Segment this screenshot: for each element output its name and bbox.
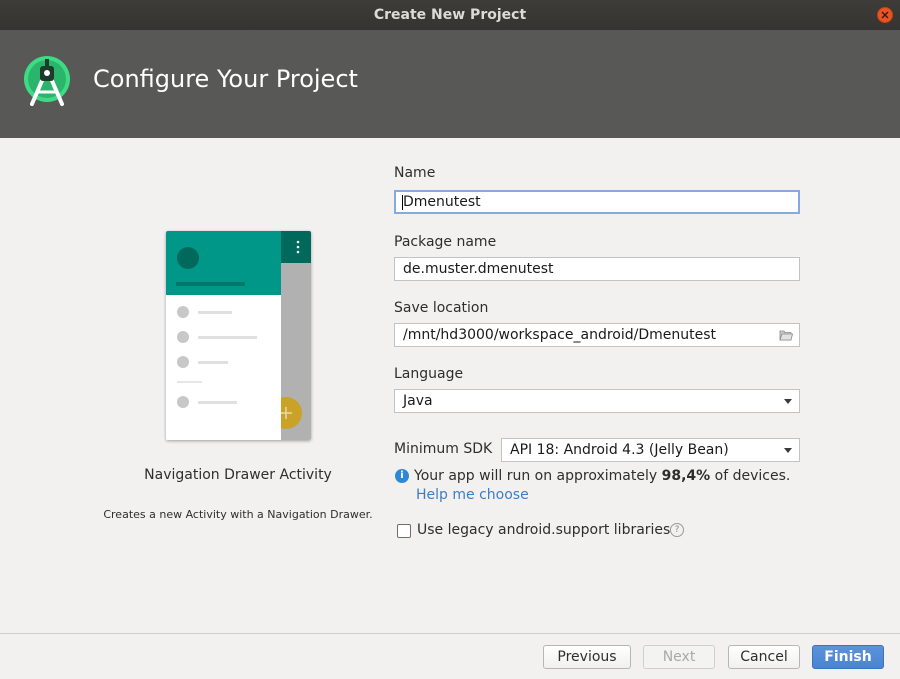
finish-button[interactable]: Finish bbox=[812, 645, 884, 669]
info-icon: i bbox=[395, 469, 409, 483]
cancel-button[interactable]: Cancel bbox=[728, 645, 800, 669]
save-location-field[interactable]: /mnt/hd3000/workspace_android/Dmenutest bbox=[394, 323, 800, 347]
device-coverage-text: Your app will run on approximately 98,4%… bbox=[414, 468, 790, 484]
package-name-field[interactable]: de.muster.dmenutest bbox=[394, 257, 800, 281]
title-bar: Create New Project bbox=[0, 0, 900, 30]
previous-button[interactable]: Previous bbox=[543, 645, 631, 669]
close-icon[interactable] bbox=[877, 7, 893, 23]
legacy-libraries-label[interactable]: Use legacy android.support libraries bbox=[417, 522, 670, 538]
header: Configure Your Project bbox=[0, 30, 900, 138]
language-dropdown[interactable]: Java bbox=[394, 389, 800, 413]
chevron-down-icon bbox=[784, 399, 792, 404]
language-label: Language bbox=[394, 366, 464, 382]
save-location-value: /mnt/hd3000/workspace_android/Dmenutest bbox=[403, 327, 716, 343]
question-icon[interactable]: ? bbox=[670, 523, 684, 537]
minimum-sdk-value: API 18: Android 4.3 (Jelly Bean) bbox=[510, 442, 729, 458]
android-studio-logo bbox=[22, 54, 72, 108]
save-location-label: Save location bbox=[394, 300, 489, 316]
chevron-down-icon bbox=[784, 448, 792, 453]
coverage-prefix: Your app will run on approximately bbox=[414, 468, 658, 484]
activity-description: Creates a new Activity with a Navigation… bbox=[103, 508, 373, 521]
footer-divider bbox=[0, 633, 900, 634]
page-title: Configure Your Project bbox=[93, 65, 358, 93]
activity-preview-image bbox=[166, 231, 311, 440]
coverage-percent: 98,4% bbox=[661, 468, 711, 484]
legacy-libraries-checkbox[interactable] bbox=[397, 524, 411, 538]
name-value: Dmenutest bbox=[403, 194, 481, 210]
package-name-value: de.muster.dmenutest bbox=[403, 261, 554, 277]
window-title: Create New Project bbox=[373, 7, 527, 23]
language-value: Java bbox=[403, 393, 433, 409]
package-name-label: Package name bbox=[394, 234, 497, 250]
folder-icon[interactable] bbox=[779, 329, 794, 345]
help-me-choose-link[interactable]: Help me choose bbox=[416, 487, 529, 503]
minimum-sdk-label: Minimum SDK bbox=[394, 441, 493, 457]
next-button[interactable]: Next bbox=[643, 645, 715, 669]
minimum-sdk-dropdown[interactable]: API 18: Android 4.3 (Jelly Bean) bbox=[501, 438, 800, 462]
name-field[interactable]: Dmenutest bbox=[394, 190, 800, 214]
activity-name: Navigation Drawer Activity bbox=[144, 467, 332, 483]
name-label: Name bbox=[394, 165, 436, 181]
coverage-suffix: of devices. bbox=[714, 468, 791, 484]
